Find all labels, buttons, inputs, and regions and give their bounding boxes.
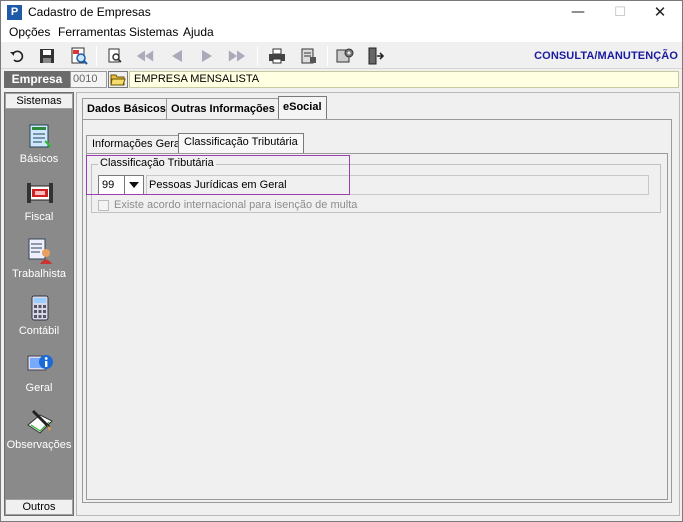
empresa-name-field[interactable]: EMPRESA MENSALISTA	[129, 71, 679, 88]
tab-dados-basicos[interactable]: Dados Básicos	[82, 98, 171, 120]
minimize-button[interactable]: —	[557, 1, 599, 24]
sidebar-item-contabil[interactable]: Contábil	[5, 293, 73, 347]
classificacao-description: Pessoas Jurídicas em Geral	[146, 175, 649, 195]
empresa-code-field[interactable]: 0010	[70, 71, 107, 88]
menu-sistemas[interactable]: Sistemas	[129, 25, 178, 39]
sidebar-footer[interactable]: Outros	[5, 499, 73, 515]
classificacao-tab-content: Classificação Tributária 99 Pessoas Jurí…	[86, 153, 668, 500]
close-button[interactable]: ✕	[639, 1, 681, 24]
report-icon[interactable]	[299, 46, 319, 66]
menu-opcoes[interactable]: Opções	[9, 25, 50, 39]
print-icon[interactable]	[267, 46, 287, 66]
sidebar-item-fiscal[interactable]: Fiscal	[5, 179, 73, 233]
first-record-icon[interactable]	[135, 46, 155, 66]
window-title: Cadastro de Empresas	[28, 5, 151, 19]
maximize-button[interactable]: ☐	[599, 1, 641, 24]
sidebar-item-label: Geral	[25, 382, 53, 394]
chevron-down-icon	[129, 182, 139, 188]
classificacao-dropdown-button[interactable]	[124, 175, 144, 195]
save-icon[interactable]	[37, 46, 57, 66]
menu-bar: Opções Ferramentas Sistemas Ajuda	[1, 24, 682, 42]
groupbox-title: Classificação Tributária	[98, 157, 216, 169]
tab-classificacao-tributaria[interactable]: Classificação Tributária	[178, 133, 304, 153]
tab-esocial[interactable]: eSocial	[278, 96, 327, 120]
previous-record-icon[interactable]	[167, 46, 187, 66]
application-window: P Cadastro de Empresas — ☐ ✕ Opções Ferr…	[0, 0, 683, 522]
undo-icon[interactable]	[7, 46, 27, 66]
sidebar-item-trabalhista[interactable]: Trabalhista	[5, 236, 73, 290]
mode-label: CONSULTA/MANUTENÇÃO	[534, 50, 678, 62]
sidebar-item-label: Observações	[6, 439, 72, 451]
sidebar-item-geral[interactable]: Geral	[5, 350, 73, 404]
sidebar-item-observacoes[interactable]: Observações	[5, 407, 73, 461]
sidebar-header[interactable]: Sistemas	[5, 93, 73, 109]
next-record-icon[interactable]	[197, 46, 217, 66]
title-bar: P Cadastro de Empresas — ☐ ✕	[1, 1, 682, 24]
trabalhista-icon	[28, 238, 52, 264]
menu-ferramentas[interactable]: Ferramentas	[58, 25, 126, 39]
basicos-icon	[29, 124, 52, 148]
search-record-icon[interactable]	[69, 46, 89, 66]
tab-outras-informacoes[interactable]: Outras Informações	[166, 98, 280, 120]
acordo-internacional-checkbox[interactable]	[98, 200, 109, 211]
exit-icon[interactable]	[365, 46, 385, 66]
classificacao-code-field[interactable]: 99	[98, 175, 124, 195]
sidebar-item-label: Trabalhista	[11, 268, 66, 280]
sidebar-item-basicos[interactable]: Básicos	[5, 121, 73, 175]
preview-icon[interactable]	[105, 46, 125, 66]
sidebar: Sistemas Básicos Fiscal Trabalhista Cont…	[4, 92, 74, 516]
last-record-icon[interactable]	[227, 46, 247, 66]
open-folder-icon[interactable]	[108, 71, 128, 88]
classificacao-groupbox: Classificação Tributária 99 Pessoas Jurí…	[91, 157, 661, 213]
configure-icon[interactable]	[335, 46, 355, 66]
app-icon: P	[7, 5, 22, 20]
sidebar-item-label: Contábil	[18, 325, 60, 337]
main-panel: Dados Básicos Outras Informações eSocial…	[76, 92, 680, 516]
observacoes-icon	[27, 409, 53, 434]
sidebar-item-label: Fiscal	[24, 211, 54, 223]
contabil-icon	[31, 295, 49, 321]
acordo-internacional-label: Existe acordo internacional para isenção…	[114, 199, 358, 211]
menu-ajuda[interactable]: Ajuda	[183, 25, 214, 39]
toolbar: CONSULTA/MANUTENÇÃO	[1, 43, 682, 69]
fiscal-icon	[27, 183, 53, 203]
sidebar-item-label: Básicos	[19, 153, 59, 165]
esocial-tab-content: Informações Gerais Classificação Tributá…	[82, 119, 672, 503]
geral-icon	[27, 355, 53, 374]
empresa-label: Empresa	[4, 71, 70, 88]
